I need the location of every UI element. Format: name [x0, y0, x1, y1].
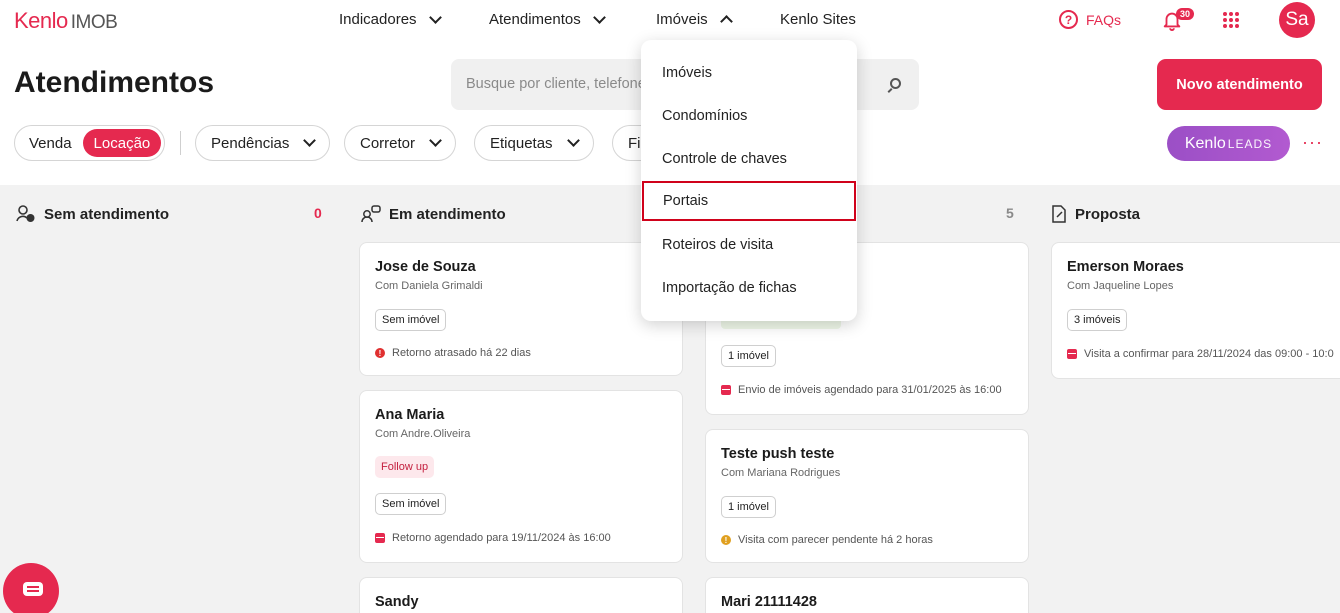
- card-footer: Visita a confirmar para 28/11/2024 das 0…: [1067, 348, 1334, 360]
- page-title: Atendimentos: [14, 66, 215, 99]
- card-client-name: Sandy: [375, 594, 419, 610]
- filter-corretor-label: Corretor: [360, 134, 416, 152]
- card-client-name: Mari 21111428: [721, 594, 817, 610]
- column-count: 5: [1006, 205, 1014, 221]
- filter-pendencias-label: Pendências: [211, 134, 290, 152]
- avatar[interactable]: Sa: [1279, 2, 1315, 38]
- atendimento-card[interactable]: Jose de Souza Com Daniela Grimaldi Sem i…: [359, 242, 683, 376]
- nav-sites-label: Kenlo Sites: [780, 11, 856, 28]
- column-title: Em atendimento: [389, 205, 506, 223]
- card-footer: ! Visita com parecer pendente há 2 horas: [721, 534, 933, 546]
- top-navbar: Kenlo IMOB Indicadores Atendimentos Imóve…: [0, 0, 1340, 42]
- menu-item-portais[interactable]: Portais: [642, 181, 856, 221]
- nav-atendimentos[interactable]: Atendimentos: [489, 10, 606, 28]
- card-client-name: Jose de Souza: [375, 259, 476, 275]
- chat-icon: [23, 582, 43, 596]
- warning-icon: !: [721, 535, 731, 545]
- column-proposta-header: Proposta: [1051, 205, 1140, 223]
- column-em-atendimento-header: Em atendimento: [361, 205, 506, 223]
- card-footer-text: Visita a confirmar para 28/11/2024 das 0…: [1084, 348, 1334, 360]
- column-count: 0: [314, 205, 322, 221]
- faq-label: FAQs: [1086, 11, 1122, 28]
- menu-item-importacao-de-fichas[interactable]: Importação de fichas: [641, 268, 857, 308]
- nav-atendimentos-label: Atendimentos: [489, 11, 581, 28]
- document-edit-icon: [1052, 205, 1066, 223]
- card-agent: Com Mariana Rodrigues: [721, 467, 841, 479]
- card-agent: Com Jaqueline Lopes: [1067, 280, 1174, 292]
- kenlo-logo[interactable]: Kenlo IMOB: [14, 8, 118, 34]
- chevron-down-icon: [592, 10, 606, 24]
- card-client-name: Ana Maria: [375, 407, 445, 423]
- card-footer: Retorno agendado para 19/11/2024 às 16:0…: [375, 532, 611, 544]
- imoveis-dropdown-menu: Imóveis Condomínios Controle de chaves P…: [641, 40, 857, 321]
- card-client-name: Emerson Moraes: [1067, 259, 1184, 275]
- more-options-icon[interactable]: ···: [1302, 132, 1323, 153]
- filter-pendencias[interactable]: Pendências: [195, 125, 331, 161]
- new-atendimento-button[interactable]: Novo atendimento: [1157, 59, 1322, 110]
- logo-brand: Kenlo: [14, 8, 68, 33]
- search-placeholder: Busque por cliente, telefone: [466, 76, 646, 92]
- leads-brand: Kenlo: [1184, 134, 1226, 152]
- venda-locacao-toggle: Venda Locação: [14, 125, 165, 161]
- calendar-icon: [721, 385, 731, 395]
- menu-item-controle-de-chaves[interactable]: Controle de chaves: [641, 139, 857, 179]
- property-tag: 1 imóvel: [721, 345, 776, 367]
- menu-item-roteiros-de-visita[interactable]: Roteiros de visita: [641, 225, 857, 265]
- atendimento-card[interactable]: Teste push teste Com Mariana Rodrigues 1…: [705, 429, 1029, 563]
- filter-corretor[interactable]: Corretor: [344, 125, 457, 161]
- chevron-down-icon: [303, 134, 317, 147]
- user-clock-icon: [16, 205, 35, 222]
- alert-icon: !: [375, 348, 385, 358]
- nav-kenlo-sites[interactable]: Kenlo Sites: [780, 11, 856, 28]
- card-footer: Envio de imóveis agendado para 31/01/202…: [721, 384, 1002, 396]
- filter-etiquetas[interactable]: Etiquetas: [474, 125, 594, 161]
- nav-imoveis-label: Imóveis: [656, 11, 708, 28]
- card-footer-text: Visita com parecer pendente há 2 horas: [738, 534, 933, 546]
- follow-up-tag: Follow up: [375, 456, 435, 478]
- atendimento-card[interactable]: Mari 21111428: [705, 577, 1029, 613]
- kenlo-leads-button[interactable]: Kenlo LEADS: [1167, 126, 1290, 161]
- menu-item-condominios[interactable]: Condomínios: [641, 96, 857, 136]
- chat-button[interactable]: [3, 563, 59, 613]
- logo-product: IMOB: [70, 12, 118, 33]
- faq-link[interactable]: ? FAQs: [1059, 10, 1121, 29]
- apps-grid-icon[interactable]: [1223, 12, 1239, 28]
- filter-etiquetas-label: Etiquetas: [490, 134, 553, 152]
- divider: [180, 131, 181, 155]
- calendar-icon: [1067, 349, 1077, 359]
- property-tag: 1 imóvel: [721, 496, 776, 518]
- notification-badge: 30: [1176, 8, 1195, 20]
- segment-venda[interactable]: Venda: [18, 129, 83, 157]
- column-sem-atendimento-header: Sem atendimento: [16, 205, 169, 223]
- property-tag: 3 imóveis: [1067, 309, 1128, 331]
- users-chat-icon: [361, 205, 381, 223]
- property-tag: Sem imóvel: [375, 493, 447, 515]
- chevron-down-icon: [429, 134, 442, 147]
- question-icon: ?: [1059, 10, 1078, 29]
- atendimento-card[interactable]: Ana Maria Com Andre.Oliveira Follow up S…: [359, 390, 683, 563]
- nav-indicadores[interactable]: Indicadores: [339, 10, 442, 28]
- card-footer-text: Retorno agendado para 19/11/2024 às 16:0…: [392, 532, 611, 544]
- column-title: Sem atendimento: [44, 205, 170, 223]
- card-footer-text: Envio de imóveis agendado para 31/01/202…: [738, 384, 1002, 396]
- card-client-name: Teste push teste: [721, 446, 835, 462]
- leads-label: LEADS: [1227, 136, 1273, 151]
- search-icon[interactable]: [890, 78, 901, 89]
- card-agent: Com Daniela Grimaldi: [375, 280, 483, 292]
- atendimento-card[interactable]: Emerson Moraes Com Jaqueline Lopes 3 imó…: [1051, 242, 1340, 379]
- property-tag: Sem imóvel: [375, 309, 447, 331]
- chevron-up-icon: [719, 15, 733, 28]
- segment-locacao[interactable]: Locação: [82, 129, 162, 157]
- nav-imoveis[interactable]: Imóveis: [656, 11, 733, 28]
- chevron-down-icon: [428, 10, 442, 24]
- nav-indicadores-label: Indicadores: [339, 11, 417, 28]
- column-title: Proposta: [1075, 205, 1141, 223]
- card-agent: Com Andre.Oliveira: [375, 428, 471, 440]
- card-footer-text: Retorno atrasado há 22 dias: [392, 347, 531, 359]
- menu-item-imoveis[interactable]: Imóveis: [641, 53, 857, 93]
- card-footer: ! Retorno atrasado há 22 dias: [375, 347, 531, 359]
- atendimento-card[interactable]: Sandy: [359, 577, 683, 613]
- calendar-icon: [375, 533, 385, 543]
- chevron-down-icon: [566, 134, 580, 147]
